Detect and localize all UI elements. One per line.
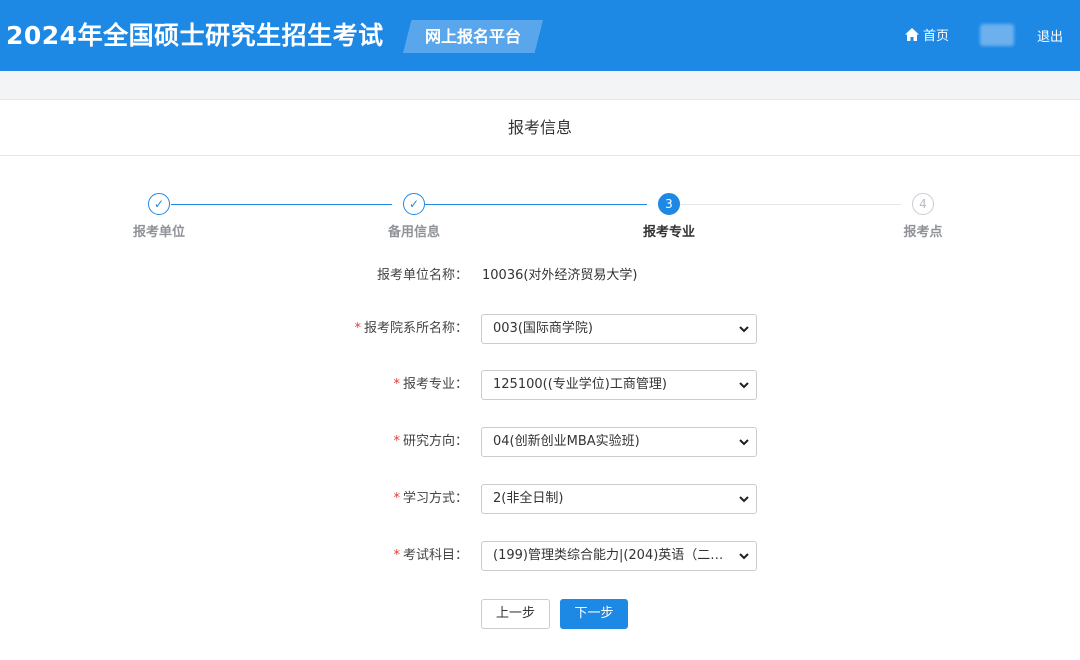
- direction-label-text: 研究方向：: [402, 434, 468, 449]
- subjects-select[interactable]: (199)管理类综合能力|(204)英语（二）|(-...: [481, 541, 757, 571]
- unit-value: 10036(对外经济贸易大学): [482, 268, 638, 283]
- major-label-text: 报考专业：: [402, 377, 468, 392]
- chevron-down-icon: [739, 553, 749, 560]
- platform-tag: 网上报名平台: [403, 20, 543, 53]
- step-2-label: 备用信息: [387, 225, 440, 240]
- subjects-select-value: (199)管理类综合能力|(204)英语（二）|(-...: [493, 548, 729, 563]
- step-connector: [425, 204, 647, 205]
- required-mark: *: [393, 548, 400, 563]
- department-label: * 报考院系所名称：: [354, 314, 468, 344]
- unit-row: 报考单位名称： 10036(对外经济贸易大学): [0, 261, 1080, 291]
- subjects-row: * 考试科目： (199)管理类综合能力|(204)英语（二）|(-...: [0, 541, 1080, 571]
- previous-step-button[interactable]: 上一步: [481, 599, 550, 629]
- platform-label: 网上报名平台: [424, 27, 521, 46]
- study-mode-select-value: 2(非全日制): [493, 491, 564, 506]
- step-3-label: 报考专业: [642, 225, 695, 240]
- chevron-down-icon: [739, 496, 749, 503]
- home-link[interactable]: 首页: [905, 24, 949, 44]
- required-mark: *: [354, 321, 361, 336]
- unit-label-text: 报考单位名称：: [376, 268, 468, 283]
- major-label: * 报考专业：: [393, 370, 468, 400]
- step-connector: [680, 204, 901, 205]
- chevron-down-icon: [739, 382, 749, 389]
- chevron-down-icon: [739, 326, 749, 333]
- department-row: * 报考院系所名称： 003(国际商学院): [0, 314, 1080, 344]
- step-1-label: 报考单位: [132, 225, 185, 240]
- major-select[interactable]: 125100((专业学位)工商管理): [481, 370, 757, 400]
- direction-label: * 研究方向：: [393, 427, 468, 457]
- subjects-label-text: 考试科目：: [402, 548, 468, 563]
- study-mode-select[interactable]: 2(非全日制): [481, 484, 757, 514]
- step-3-number: 3: [658, 193, 680, 215]
- step-1-check-icon: ✓: [148, 193, 170, 215]
- direction-row: * 研究方向： 04(创新创业MBA实验班): [0, 427, 1080, 457]
- subjects-label: * 考试科目：: [393, 541, 468, 571]
- top-bar: 2024年全国硕士研究生招生考试 网上报名平台 首页 退出: [0, 0, 1080, 71]
- direction-select[interactable]: 04(创新创业MBA实验班): [481, 427, 757, 457]
- next-step-button[interactable]: 下一步: [560, 599, 628, 629]
- study-mode-row: * 学习方式： 2(非全日制): [0, 484, 1080, 514]
- study-mode-label-text: 学习方式：: [402, 491, 468, 506]
- study-mode-label: * 学习方式：: [393, 484, 468, 514]
- home-label: 首页: [923, 28, 950, 44]
- department-label-text: 报考院系所名称：: [363, 321, 468, 336]
- required-mark: *: [393, 434, 400, 449]
- home-icon: [905, 27, 919, 41]
- logout-link[interactable]: 退出: [1037, 26, 1063, 45]
- chevron-down-icon: [739, 439, 749, 446]
- required-mark: *: [393, 491, 400, 506]
- progress-steps: ✓ ✓ 3 4 报考单位 备用信息 报考专业 报考点: [0, 191, 1080, 241]
- step-4-number: 4: [912, 193, 934, 215]
- site-title: 2024年全国硕士研究生招生考试: [6, 21, 384, 50]
- user-name-redacted[interactable]: [980, 24, 1014, 46]
- major-row: * 报考专业： 125100((专业学位)工商管理): [0, 370, 1080, 400]
- step-connector: [171, 204, 392, 205]
- step-2-check-icon: ✓: [403, 193, 425, 215]
- required-mark: *: [393, 377, 400, 392]
- direction-select-value: 04(创新创业MBA实验班): [493, 434, 640, 449]
- department-select[interactable]: 003(国际商学院): [481, 314, 757, 344]
- card-title: 报考信息: [0, 100, 1080, 156]
- step-4-label: 报考点: [903, 225, 943, 240]
- major-select-value: 125100((专业学位)工商管理): [493, 377, 667, 392]
- department-select-value: 003(国际商学院): [493, 321, 593, 336]
- unit-label: 报考单位名称：: [377, 261, 468, 291]
